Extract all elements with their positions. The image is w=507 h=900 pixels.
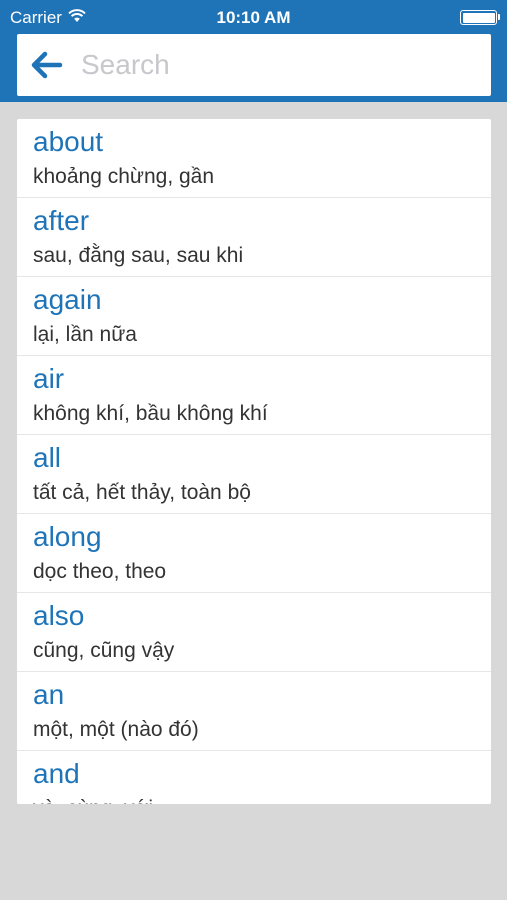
status-time: 10:10 AM — [216, 8, 291, 27]
word-label: air — [33, 363, 65, 394]
battery-icon — [460, 10, 500, 25]
meaning-label: lại, lần nữa — [33, 323, 137, 346]
meaning-label: khoảng chừng, gần — [33, 165, 215, 188]
word-label: after — [33, 205, 90, 236]
meaning-label: dọc theo, theo — [33, 560, 167, 583]
word-label: an — [33, 679, 65, 710]
word-list: about khoảng chừng, gần after sau, đằng … — [17, 119, 491, 804]
status-bar: Carrier 10:10 AM — [0, 0, 507, 34]
top-bar: Carrier 10:10 AM — [0, 0, 507, 102]
list-item-and[interactable]: and và, cùng, với — [17, 751, 491, 804]
list-item-about[interactable]: about khoảng chừng, gần — [17, 119, 491, 198]
list-item-also[interactable]: also cũng, cũng vậy — [17, 593, 491, 672]
search-input[interactable] — [77, 34, 491, 96]
meaning-label: một, một (nào đó) — [33, 718, 199, 741]
word-label: and — [33, 758, 80, 789]
back-button[interactable] — [17, 34, 77, 96]
meaning-label: cũng, cũng vậy — [33, 639, 175, 662]
word-label: all — [33, 442, 62, 473]
meaning-label: tất cả, hết thảy, toàn bộ — [33, 481, 251, 504]
word-label: again — [33, 284, 102, 315]
word-label: also — [33, 600, 85, 631]
list-item-after[interactable]: after sau, đằng sau, sau khi — [17, 198, 491, 277]
list-item-all[interactable]: all tất cả, hết thảy, toàn bộ — [17, 435, 491, 514]
search-bar — [17, 34, 491, 96]
arrow-left-icon — [31, 51, 63, 79]
word-label: along — [33, 521, 102, 552]
word-label: about — [33, 126, 104, 157]
list-item-air[interactable]: air không khí, bầu không khí — [17, 356, 491, 435]
meaning-label: không khí, bầu không khí — [33, 402, 268, 425]
list-item-along[interactable]: along dọc theo, theo — [17, 514, 491, 593]
meaning-label: sau, đằng sau, sau khi — [33, 244, 244, 267]
list-item-an[interactable]: an một, một (nào đó) — [17, 672, 491, 751]
list-item-again[interactable]: again lại, lần nữa — [17, 277, 491, 356]
meaning-label: và, cùng, với — [33, 796, 153, 804]
